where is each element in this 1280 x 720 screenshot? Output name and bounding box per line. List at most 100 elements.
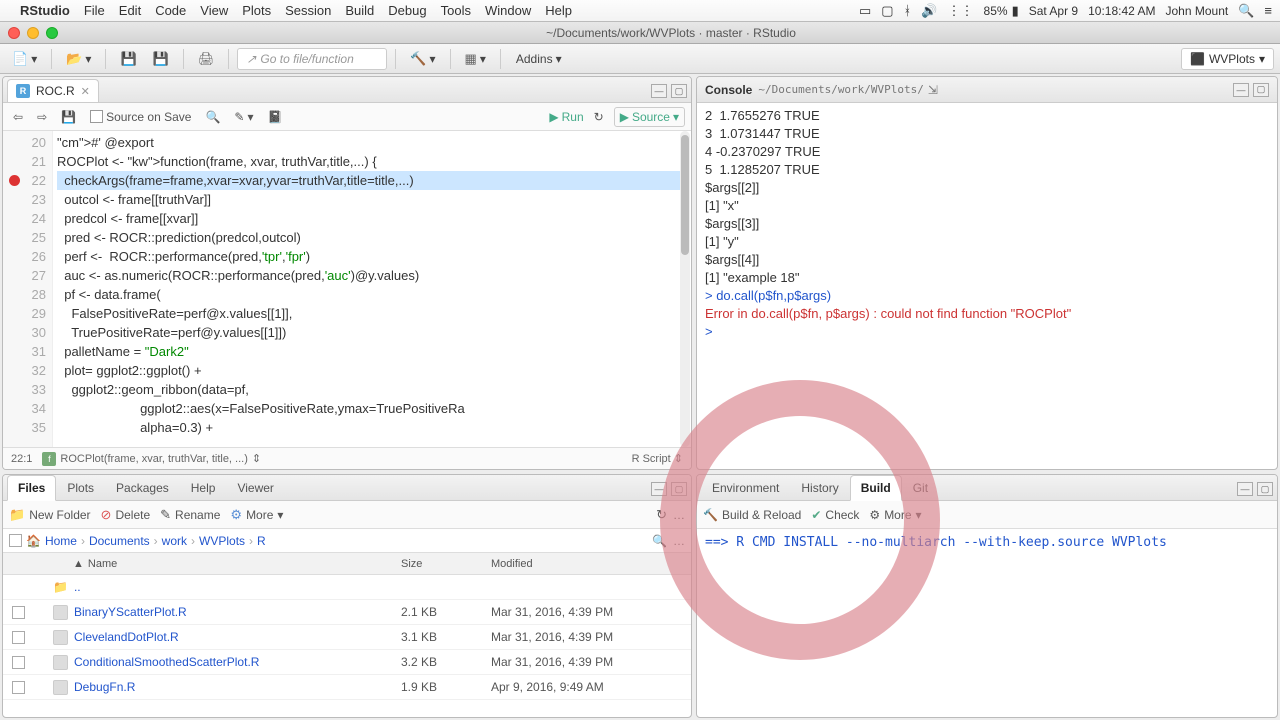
up-dir-row[interactable]: 📁.. [3, 575, 691, 600]
crumb-home[interactable]: Home [45, 534, 77, 548]
open-file-button[interactable]: 📂▾ [60, 47, 97, 71]
minimize-pane-button[interactable]: — [651, 84, 667, 98]
menu-build[interactable]: Build [345, 3, 374, 18]
app-name[interactable]: RStudio [20, 3, 70, 18]
spotlight-icon[interactable]: 🔍 [1238, 3, 1254, 19]
tab-viewer[interactable]: Viewer [226, 475, 284, 500]
notifications-icon[interactable]: ≡ [1264, 3, 1272, 18]
menu-session[interactable]: Session [285, 3, 331, 18]
menu-debug[interactable]: Debug [388, 3, 426, 18]
function-outline[interactable]: fROCPlot(frame, xvar, truthVar, title, .… [42, 452, 261, 466]
source-on-save-checkbox[interactable]: Source on Save [86, 108, 195, 126]
delete-button[interactable]: ⊘Delete [101, 507, 151, 523]
select-all-checkbox[interactable] [9, 534, 22, 547]
print-button[interactable]: 🖨 [192, 47, 221, 71]
project-menu[interactable]: ⬛WVPlots ▾ [1181, 48, 1274, 70]
save-file-button[interactable]: 💾 [57, 108, 80, 126]
build-reload-button[interactable]: 🔨Build & Reload [703, 508, 801, 522]
console-body[interactable]: 2 1.7655276 TRUE3 1.0731447 TRUE4 -0.237… [697, 103, 1277, 469]
find-button[interactable]: 🔍 [201, 108, 224, 126]
file-checkbox[interactable] [12, 681, 25, 694]
time[interactable]: 10:18:42 AM [1088, 4, 1155, 18]
compile-button[interactable]: 📓 [264, 108, 287, 126]
crumb-r[interactable]: R [257, 534, 266, 548]
maximize-console-button[interactable]: ▢ [1253, 83, 1269, 97]
tab-help[interactable]: Help [180, 475, 227, 500]
grid-button[interactable]: ▦▾ [459, 47, 492, 71]
goto-function-input[interactable]: ↗Go to file/function [237, 48, 387, 70]
home-icon[interactable]: 🏠 [26, 534, 41, 548]
tab-git[interactable]: Git [902, 475, 939, 500]
menu-tools[interactable]: Tools [441, 3, 471, 18]
file-checkbox[interactable] [12, 656, 25, 669]
maximize-build-button[interactable]: ▢ [1257, 482, 1273, 496]
maximize-files-button[interactable]: ▢ [671, 482, 687, 496]
user-name[interactable]: John Mount [1166, 4, 1229, 18]
files-options-button[interactable]: … [673, 534, 685, 548]
source-button[interactable]: ▶Source ▾ [614, 107, 685, 127]
menu-plots[interactable]: Plots [242, 3, 271, 18]
code-editor[interactable]: 20212223242526272829303132333435 "cm">#'… [3, 131, 691, 447]
menu-file[interactable]: File [84, 3, 105, 18]
date[interactable]: Sat Apr 9 [1029, 4, 1078, 18]
bluetooth-icon[interactable]: ᚼ [904, 3, 912, 18]
close-tab-icon[interactable]: ✕ [81, 85, 90, 98]
goto-dir-button[interactable]: 🔍 [652, 534, 667, 548]
airplay-icon[interactable]: ▢ [881, 3, 893, 19]
battery-status[interactable]: 85%▮ [984, 3, 1019, 19]
file-row[interactable]: DebugFn.R 1.9 KB Apr 9, 2016, 9:49 AM [3, 675, 691, 700]
maximize-pane-button[interactable]: ▢ [671, 84, 687, 98]
file-checkbox[interactable] [12, 631, 25, 644]
minimize-console-button[interactable]: — [1233, 83, 1249, 97]
rerun-button[interactable]: ↻ [590, 108, 608, 126]
tab-build[interactable]: Build [850, 475, 902, 501]
minimize-files-button[interactable]: — [651, 482, 667, 496]
tab-history[interactable]: History [790, 475, 849, 500]
rename-button[interactable]: ✎Rename [160, 507, 220, 523]
addins-button[interactable]: Addins ▾ [509, 48, 569, 70]
new-file-button[interactable]: 📄▾ [6, 47, 43, 71]
crumb-work[interactable]: work [162, 534, 187, 548]
run-button[interactable]: ▶Run [549, 110, 583, 124]
file-row[interactable]: ClevelandDotPlot.R 3.1 KB Mar 31, 2016, … [3, 625, 691, 650]
file-row[interactable]: ConditionalSmoothedScatterPlot.R 3.2 KB … [3, 650, 691, 675]
forward-button[interactable]: ⇨ [33, 108, 51, 126]
minimize-build-button[interactable]: — [1237, 482, 1253, 496]
close-button[interactable] [8, 27, 20, 39]
wd-popout-icon[interactable]: ⇲ [928, 83, 938, 97]
refresh-files-button[interactable]: ↻ [656, 507, 667, 523]
tab-packages[interactable]: Packages [105, 475, 180, 500]
tab-files[interactable]: Files [7, 475, 56, 501]
crumb-documents[interactable]: Documents [89, 534, 150, 548]
wifi-icon[interactable]: ⋮⋮ [948, 3, 974, 19]
screencast-icon[interactable]: ▭ [859, 3, 871, 19]
tools-button[interactable]: 🔨▾ [404, 47, 441, 71]
file-checkbox[interactable] [12, 606, 25, 619]
col-name[interactable]: ▲ Name [33, 558, 401, 570]
more-build-button[interactable]: ⚙More ▾ [869, 508, 921, 522]
file-row[interactable]: BinaryYScatterPlot.R 2.1 KB Mar 31, 2016… [3, 600, 691, 625]
tab-plots[interactable]: Plots [56, 475, 105, 500]
check-button[interactable]: ✔Check [811, 508, 859, 522]
menu-help[interactable]: Help [545, 3, 572, 18]
zoom-button[interactable] [46, 27, 58, 39]
volume-icon[interactable]: 🔊 [921, 3, 937, 19]
save-button[interactable]: 💾 [114, 47, 142, 71]
crumb-wvplots[interactable]: WVPlots [199, 534, 245, 548]
menu-edit[interactable]: Edit [119, 3, 141, 18]
more-files-button[interactable]: ⚙More ▾ [230, 507, 283, 523]
new-folder-button[interactable]: 📁New Folder [9, 507, 91, 523]
minimize-button[interactable] [27, 27, 39, 39]
menu-window[interactable]: Window [485, 3, 531, 18]
col-size[interactable]: Size [401, 558, 491, 570]
menu-view[interactable]: View [200, 3, 228, 18]
menu-code[interactable]: Code [155, 3, 186, 18]
language-selector[interactable]: R Script ⇕ [632, 452, 683, 465]
save-all-button[interactable]: 💾 [147, 47, 175, 71]
col-modified[interactable]: Modified [491, 558, 691, 570]
tab-environment[interactable]: Environment [701, 475, 790, 500]
files-more-menu[interactable]: … [673, 507, 685, 523]
wand-button[interactable]: ✎▾ [230, 108, 257, 126]
editor-tab[interactable]: R ROC.R ✕ [7, 79, 99, 102]
back-button[interactable]: ⇦ [9, 108, 27, 126]
